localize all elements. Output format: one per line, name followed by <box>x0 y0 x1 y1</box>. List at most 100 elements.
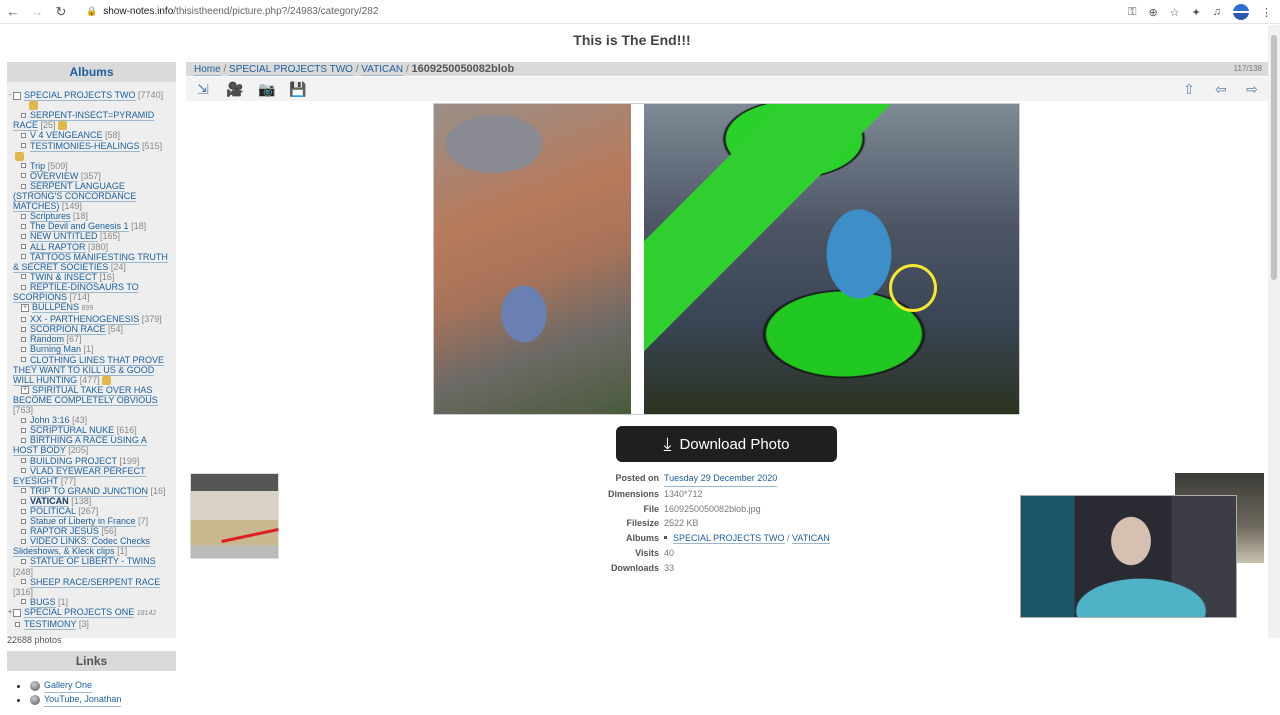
album-tree-item: VLAD EYEWEAR PERFECT EYESIGHT [77] <box>13 465 170 487</box>
album-tree-item: OVERVIEW [357] <box>13 170 170 182</box>
bullet-icon <box>21 143 26 149</box>
expand-icon[interactable]: + <box>21 303 29 312</box>
album-link[interactable]: SPECIAL PROJECTS ONE <box>24 606 135 618</box>
album-link[interactable]: TESTIMONY <box>24 619 77 630</box>
album-link[interactable]: V 4 VENGEANCE <box>30 130 103 142</box>
recent-badge-icon <box>15 151 24 161</box>
album-tree-item: TRIP TO GRAND JUNCTION [16] <box>13 485 170 497</box>
info-row-visits: Visits 40 <box>635 547 675 558</box>
expand-icon[interactable]: + <box>21 386 29 395</box>
next-icon[interactable]: ⇨ <box>1243 81 1261 97</box>
breadcrumb-album[interactable]: SPECIAL PROJECTS TWO <box>229 64 353 76</box>
album-link[interactable]: VLAD EYEWEAR PERFECT EYESIGHT <box>13 465 146 487</box>
breadcrumb-subalbum[interactable]: VATICAN <box>361 64 404 76</box>
bullet-icon <box>21 274 26 280</box>
album-tree: - SPECIAL PROJECTS TWO [7740] SERPENT-INSE… <box>7 82 176 630</box>
download-photo-button[interactable]: ⤓ Download Photo <box>616 426 837 462</box>
bullet-icon <box>21 347 26 353</box>
album-count: [199] <box>119 455 140 466</box>
link-gallery-one[interactable]: Gallery One <box>44 679 93 694</box>
album-link[interactable]: TATTOOS MANIFESTING TRUTH & SECRET SOCIE… <box>13 251 168 273</box>
forward-icon[interactable]: → <box>26 1 48 23</box>
link-youtube[interactable]: YouTube, Jonathan <box>44 693 122 708</box>
album-tree-item: SHEEP RACE/SERPENT RACE [316] <box>13 576 170 597</box>
page-scrollbar[interactable] <box>1268 25 1280 638</box>
album-link[interactable]: SPECIAL PROJECTS TWO <box>673 533 785 545</box>
album-tree-item: TESTIMONY [3] <box>13 619 170 630</box>
album-link[interactable]: Burning Man <box>30 344 82 356</box>
album-link[interactable]: SHEEP RACE/SERPENT RACE <box>30 576 161 588</box>
album-link[interactable]: BULLPENS <box>32 302 80 314</box>
bullet-icon <box>21 284 26 290</box>
album-count: [316] <box>13 586 34 597</box>
bullet-icon <box>21 183 26 189</box>
album-tree-item: POLITICAL [267] <box>13 505 170 517</box>
album-tree-item: TATTOOS MANIFESTING TRUTH & SECRET SOCIE… <box>13 251 170 273</box>
album-link[interactable]: STATUE OF LIBERTY - TWINS <box>30 556 156 568</box>
album-tree-item: John 3:16 [43] <box>13 415 170 427</box>
star-icon[interactable]: ☆ <box>1170 6 1180 19</box>
slideshow-icon[interactable]: 🎥 <box>226 81 244 97</box>
album-tree-item: TWIN & INSECT [16] <box>13 271 170 283</box>
breadcrumb-home[interactable]: Home <box>194 64 221 76</box>
extensions-icon[interactable]: ✦ <box>1192 6 1201 19</box>
bullet-icon <box>21 173 26 179</box>
main-photo[interactable] <box>433 103 1020 415</box>
album-tree-item: BIRTHING A RACE USING A HOST BODY [205] <box>13 435 170 457</box>
album-tree-item: VATICAN [138] <box>13 495 170 507</box>
album-count: [357] <box>80 170 101 181</box>
album-tree-item: Trip [509] <box>13 160 170 172</box>
bullet-icon <box>21 223 26 229</box>
album-count: [1] <box>117 546 128 557</box>
album-tree-item: Statue of Liberty in France [7] <box>13 516 170 528</box>
reload-icon[interactable]: ↻ <box>50 1 72 23</box>
album-count: [380] <box>88 241 109 252</box>
album-count: 18142 <box>136 609 157 617</box>
album-tree-item: BUGS [1] <box>13 596 170 608</box>
album-count: [1] <box>58 596 69 607</box>
album-link[interactable]: TESTIMONIES-HEALINGS <box>30 140 140 152</box>
key-icon[interactable]: ⚿ <box>1128 6 1136 19</box>
bullet-icon <box>21 326 26 332</box>
menu-icon[interactable]: ⋮ <box>1261 6 1272 19</box>
camera-info-icon[interactable]: 📷 <box>258 81 276 97</box>
profile-avatar[interactable] <box>1233 4 1249 20</box>
globe-icon <box>30 695 40 706</box>
media-icon[interactable]: ♫ <box>1213 6 1221 18</box>
album-tree-item: Random [67] <box>13 334 170 346</box>
bullet-icon <box>21 508 26 514</box>
back-icon[interactable]: ← <box>2 1 24 23</box>
zoom-icon[interactable]: ⊕ <box>1148 6 1157 19</box>
scrollbar-thumb[interactable] <box>1271 35 1277 280</box>
info-row-downloads: Downloads 33 <box>610 562 675 573</box>
address-bar[interactable]: 🔒 show-notes.info/thisistheend/picture.p… <box>86 6 378 17</box>
sidebar: Albums - SPECIAL PROJECTS TWO [7740] SERPE… <box>7 62 176 708</box>
album-count: [1] <box>83 344 94 355</box>
up-icon[interactable]: ⇧ <box>1180 81 1198 97</box>
album-count: [515] <box>142 140 163 151</box>
expand-icon[interactable]: + <box>8 608 21 617</box>
album-link[interactable]: SERPENT-INSECT=PYRAMID RACE <box>13 110 155 132</box>
album-link[interactable]: SPIRITUAL TAKE OVER HAS BECOME COMPLETEL… <box>13 384 158 406</box>
album-link[interactable]: SPECIAL PROJECTS TWO <box>24 90 136 101</box>
album-tree-item: SERPENT LANGUAGE (STRONG'S CONCORDANCE M… <box>13 180 170 213</box>
album-link[interactable]: BUILDING PROJECT <box>30 455 117 467</box>
album-tree-item: + BULLPENS 899 <box>13 302 170 314</box>
album-link[interactable]: VIDEO LINKS: Codec Checks Slideshows, & … <box>13 536 151 558</box>
collapse-icon[interactable]: - <box>9 91 21 100</box>
globe-icon <box>30 681 40 692</box>
previous-icon[interactable]: ⇦ <box>1212 81 1230 97</box>
album-tree-item: The Devil and Genesis 1 [18] <box>13 221 170 233</box>
posted-date-link[interactable]: Tuesday 29 December 2020 <box>664 471 778 487</box>
previous-thumbnail[interactable] <box>190 473 279 559</box>
album-tree-item: VIDEO LINKS: Codec Checks Slideshows, & … <box>13 536 170 558</box>
album-count: [77] <box>60 475 76 486</box>
save-icon[interactable]: 💾 <box>289 81 307 97</box>
album-tree-item: REPTILE-DINOSAURS TO SCORPIONS [714] <box>13 281 170 303</box>
album-tree-item: BUILDING PROJECT [199] <box>13 455 170 467</box>
subalbum-link[interactable]: VATICAN <box>792 533 830 545</box>
fit-image-icon[interactable]: ⇲ <box>194 81 212 97</box>
album-tree-item: V 4 VENGEANCE [58] <box>13 130 170 142</box>
download-icon: ⤓ <box>663 434 672 454</box>
album-link[interactable]: ALL RAPTOR <box>30 241 86 253</box>
